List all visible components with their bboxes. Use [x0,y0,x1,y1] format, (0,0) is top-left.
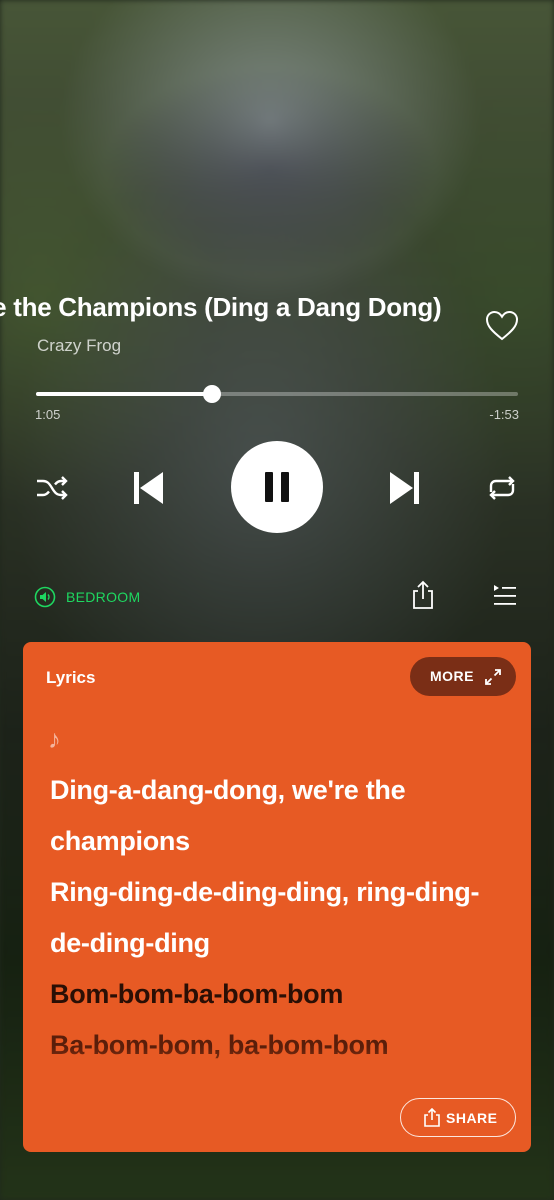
heart-icon [485,310,519,341]
track-title[interactable]: We Are the Champions (Ding a Dang Dong) [0,292,442,323]
shuffle-button[interactable] [32,470,72,506]
remaining-time: -1:53 [489,407,519,422]
lyrics-more-button[interactable]: MORE [410,657,516,696]
share-icon [413,580,433,609]
repeat-button[interactable] [482,470,522,506]
speaker-icon [34,586,56,608]
share-button-top[interactable] [408,578,438,612]
lyric-line[interactable]: champions [50,816,520,867]
more-label: MORE [430,668,474,684]
share-icon [424,1108,440,1127]
repeat-icon [489,476,515,500]
queue-button[interactable] [488,580,520,610]
lyric-line[interactable]: de-ding-ding [50,918,520,969]
lyrics-lines: Ding-a-dang-dong, we're the champions Ring… [50,765,520,1071]
pause-icon [265,472,289,502]
skip-next-icon [390,472,419,504]
progress-fill [36,392,213,396]
progress-bar[interactable] [36,385,518,403]
lyric-line[interactable]: Ding-a-dang-dong, we're the [50,765,520,816]
next-button[interactable] [383,466,427,510]
lyric-line[interactable]: Ring-ding-de-ding-ding, ring-ding- [50,867,520,918]
expand-icon [485,669,501,685]
previous-button[interactable] [126,466,170,510]
artist-name[interactable]: Crazy Frog [37,336,121,356]
music-note-icon: ♪ [48,724,61,754]
lyric-line[interactable]: Bom-bom-ba-bom-bom [50,969,520,1020]
elapsed-time: 1:05 [35,407,61,422]
track-title-container: We Are the Champions (Ding a Dang Dong) [0,292,460,332]
connected-device[interactable]: BEDROOM [34,585,140,609]
shuffle-icon [37,476,68,500]
lyrics-heading: Lyrics [46,668,96,687]
skip-previous-icon [134,472,163,504]
device-label: BEDROOM [66,589,141,605]
lyrics-share-button[interactable]: SHARE [400,1098,516,1137]
progress-knob[interactable] [203,385,222,403]
lyrics-card[interactable]: Lyrics MORE ♪ Ding-a-dang-dong, we're th… [23,642,531,1152]
share-label: SHARE [446,1110,498,1126]
play-pause-button[interactable] [231,441,323,533]
queue-icon [494,585,516,605]
like-button[interactable] [484,308,520,344]
